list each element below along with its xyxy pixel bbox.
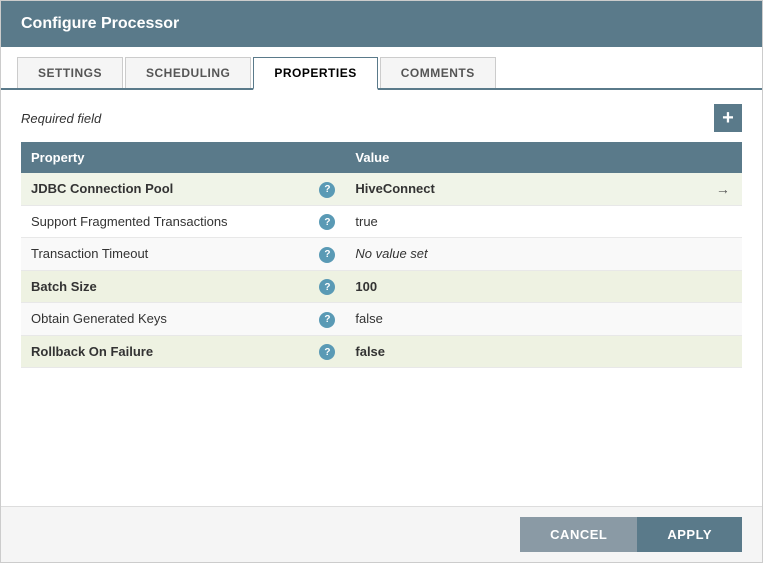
content-area: Required field + Property Value JDBC Con… xyxy=(1,90,762,506)
help-icon[interactable]: ? xyxy=(319,279,335,295)
table-row: Rollback On Failure? false xyxy=(21,335,742,368)
col-header-help xyxy=(309,142,345,173)
cancel-button[interactable]: CANCEL xyxy=(520,517,637,552)
tab-scheduling[interactable]: SCHEDULING xyxy=(125,57,251,88)
tab-settings[interactable]: SETTINGS xyxy=(17,57,123,88)
table-row: Transaction Timeout? No value set xyxy=(21,238,742,271)
property-cell: Obtain Generated Keys xyxy=(21,303,309,336)
table-row: Obtain Generated Keys? false xyxy=(21,303,742,336)
properties-table: Property Value JDBC Connection Pool? Hive… xyxy=(21,142,742,368)
value-cell: 100 xyxy=(345,270,706,303)
required-field-label: Required field xyxy=(21,111,101,126)
tab-properties[interactable]: PROPERTIES xyxy=(253,57,377,90)
help-icon[interactable]: ? xyxy=(319,182,335,198)
add-property-button[interactable]: + xyxy=(714,104,742,132)
value-cell: HiveConnect xyxy=(345,173,706,205)
table-row: JDBC Connection Pool? HiveConnect → xyxy=(21,173,742,205)
table-row: Support Fragmented Transactions? true xyxy=(21,205,742,238)
tabs-bar: SETTINGS SCHEDULING PROPERTIES COMMENTS xyxy=(1,47,762,90)
value-cell: false xyxy=(345,335,706,368)
arrow-icon[interactable]: → xyxy=(716,181,730,197)
dialog-title: Configure Processor xyxy=(21,15,179,32)
table-row: Batch Size? 100 xyxy=(21,270,742,303)
help-icon[interactable]: ? xyxy=(319,247,335,263)
col-header-action xyxy=(706,142,742,173)
property-cell: Transaction Timeout xyxy=(21,238,309,271)
help-icon[interactable]: ? xyxy=(319,214,335,230)
property-cell: Rollback On Failure xyxy=(21,335,309,368)
required-field-row: Required field + xyxy=(21,104,742,132)
dialog-header: Configure Processor xyxy=(1,1,762,47)
value-cell: No value set xyxy=(345,238,706,271)
tab-comments[interactable]: COMMENTS xyxy=(380,57,496,88)
value-cell: true xyxy=(345,205,706,238)
apply-button[interactable]: APPLY xyxy=(637,517,742,552)
configure-processor-dialog: Configure Processor SETTINGS SCHEDULING … xyxy=(0,0,763,563)
property-cell: JDBC Connection Pool xyxy=(21,173,309,205)
table-header-row: Property Value xyxy=(21,142,742,173)
property-cell: Batch Size xyxy=(21,270,309,303)
help-icon[interactable]: ? xyxy=(319,312,335,328)
col-header-value: Value xyxy=(345,142,706,173)
dialog-footer: CANCEL APPLY xyxy=(1,506,762,562)
value-cell: false xyxy=(345,303,706,336)
property-cell: Support Fragmented Transactions xyxy=(21,205,309,238)
col-header-property: Property xyxy=(21,142,309,173)
help-icon[interactable]: ? xyxy=(319,344,335,360)
